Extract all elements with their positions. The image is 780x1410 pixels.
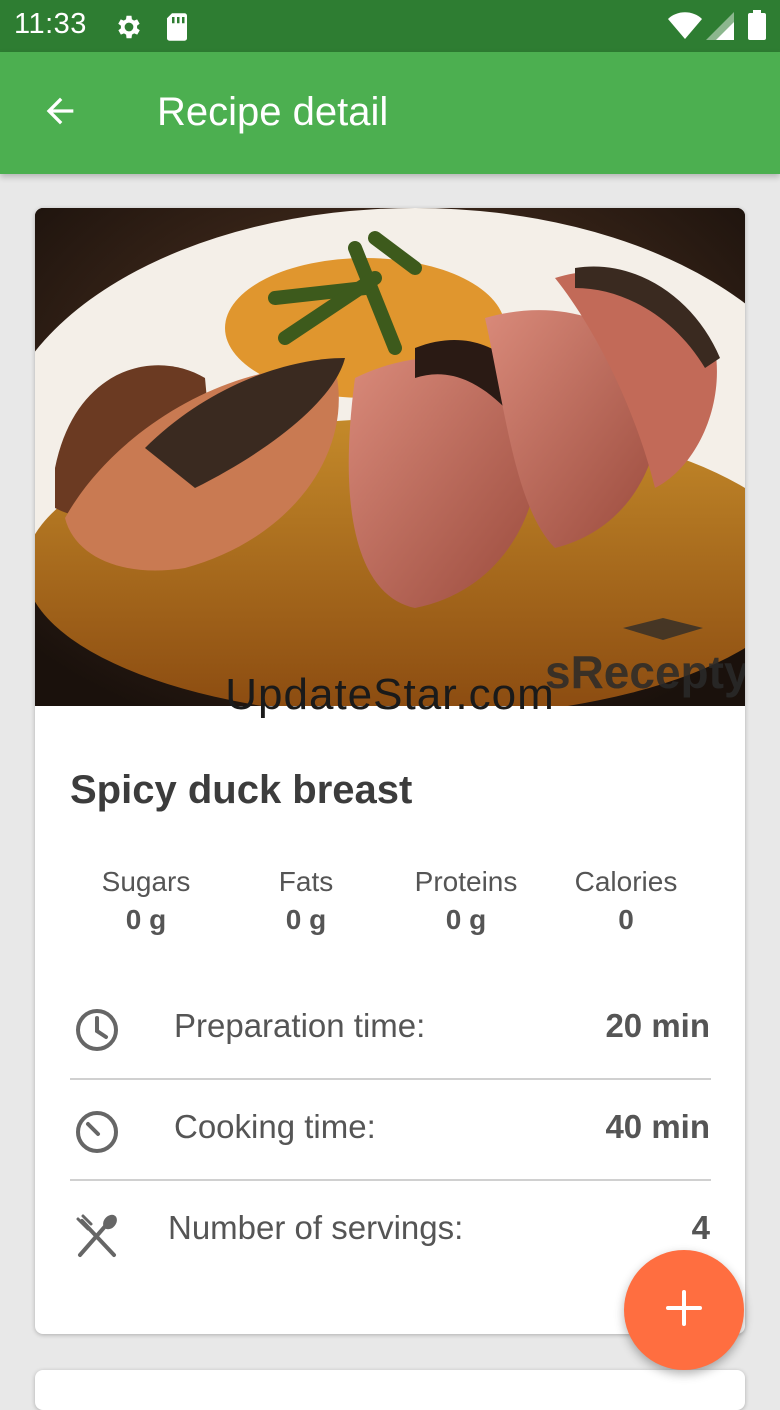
divider [70,1179,711,1181]
status-bar: 11:33 [0,0,780,52]
nutrition-fats: Fats 0 g [226,866,386,936]
nutrition-label: Sugars [101,866,191,897]
nutrition-sugars: Sugars 0 g [66,866,226,936]
recipe-card: sRecepty Spicy duck breast Sugars 0 g Fa… [35,208,745,1334]
gear-icon [114,12,144,47]
nutrition-value: 0 [618,904,634,935]
next-card [35,1370,745,1410]
overlay-watermark: UpdateStar.com [225,670,555,719]
nutrition-calories: Calories 0 [546,866,706,936]
preparation-time-value: 20 min [605,1007,710,1044]
nutrition-label: Calories [574,866,678,897]
add-button[interactable] [624,1250,744,1370]
nutrition-label: Proteins [414,866,518,897]
servings-label: Number of servings: [168,1209,464,1246]
battery-icon [748,10,766,45]
status-time: 11:33 [14,8,87,40]
page-title: Recipe detail [157,90,389,134]
signal-icon [706,12,734,45]
recipe-image: sRecepty [35,208,745,706]
nutrition-value: 0 g [445,904,487,935]
back-button[interactable] [26,79,94,147]
clock-icon [74,1007,120,1053]
cooking-time-row: Cooking time: 40 min [70,1108,710,1208]
servings-value: 4 [691,1209,710,1246]
nutrition-value: 0 g [285,904,327,935]
cooking-time-value: 40 min [605,1108,710,1145]
divider [70,1078,711,1080]
nutrition-label: Fats [278,866,334,897]
arrow-back-icon [40,91,80,136]
preparation-time-row: Preparation time: 20 min [70,1007,710,1107]
recipe-title: Spicy duck breast [70,768,413,812]
nutrition-value: 0 g [125,904,167,935]
preparation-time-label: Preparation time: [174,1007,426,1044]
app-bar: Recipe detail [0,52,780,174]
plus-icon [664,1288,704,1333]
nutrition-proteins: Proteins 0 g [386,866,546,936]
wifi-icon [668,12,702,45]
cooking-time-label: Cooking time: [174,1108,376,1145]
cutlery-icon [74,1213,120,1259]
timer-icon [74,1108,120,1154]
servings-row: Number of servings: 4 [70,1209,710,1309]
sd-card-icon [164,12,190,47]
